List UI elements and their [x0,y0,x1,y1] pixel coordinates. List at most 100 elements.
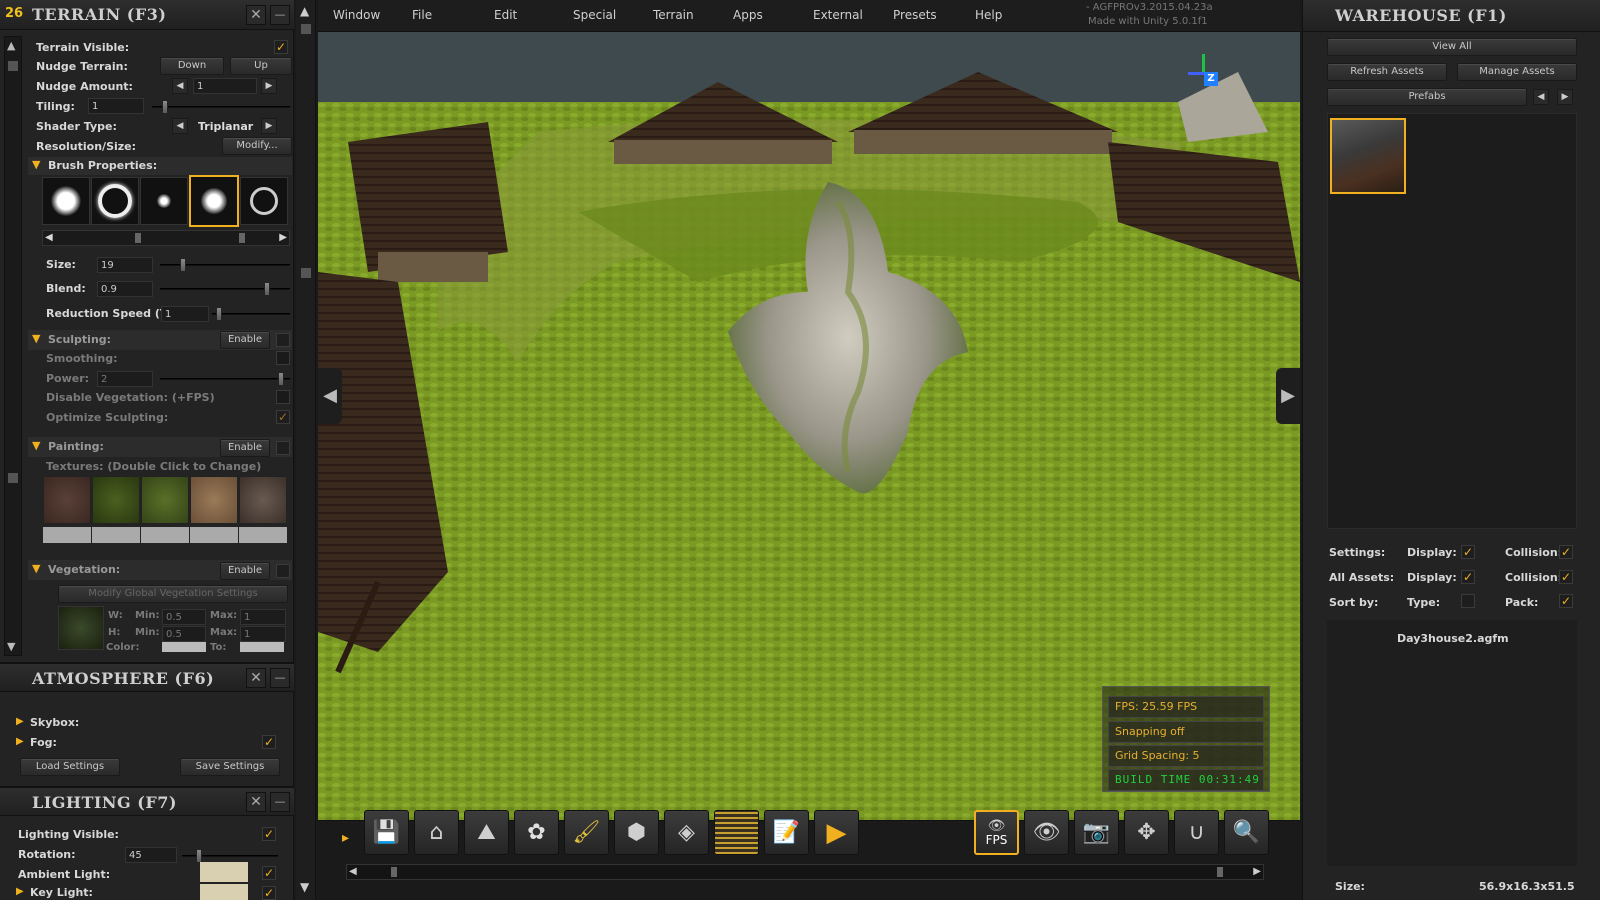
optimize-sculpting-checkbox[interactable]: ✓ [276,410,290,424]
settings-display-checkbox[interactable]: ✓ [1461,545,1475,559]
toolbar-collapse-icon[interactable]: ▸ [342,816,352,861]
shader-next-button[interactable]: ▶ [261,118,277,134]
tiling-slider[interactable] [152,100,290,114]
size-slider[interactable] [160,258,290,272]
brush-next-icon[interactable]: ▶ [279,232,287,243]
sort-type-checkbox[interactable] [1461,594,1475,608]
brush-soft[interactable] [42,177,90,225]
nudge-amount-input[interactable] [193,78,257,94]
prefabs-prev-button[interactable]: ◀ [1533,89,1549,105]
save-icon[interactable]: 💾 [364,810,409,855]
w-min-input[interactable] [162,609,206,625]
brush-small[interactable] [140,177,188,225]
sort-pack-checkbox[interactable]: ✓ [1559,594,1573,608]
viewport-left-arrow-icon[interactable]: ◀ [318,368,342,424]
terrain-minimize-button[interactable]: — [270,5,290,25]
menu-terrain[interactable]: Terrain [653,8,694,22]
painting-checkbox[interactable] [276,441,290,455]
manage-assets-button[interactable]: Manage Assets [1457,63,1577,81]
reduction-slider[interactable] [212,307,290,321]
flower-icon[interactable]: ✿ [514,810,559,855]
prefabs-next-button[interactable]: ▶ [1557,89,1573,105]
texture-grass-1[interactable] [92,476,140,524]
texture-rock[interactable] [239,476,287,524]
fog-checkbox[interactable]: ✓ [262,735,276,749]
size-input[interactable] [97,257,153,273]
brush-ring[interactable] [91,177,139,225]
blend-slider[interactable] [160,282,290,296]
cube-grid-icon[interactable]: ⬢ [614,810,659,855]
vegetation-checkbox[interactable] [276,564,290,578]
all-assets-collision-checkbox[interactable]: ✓ [1559,570,1573,584]
brush-star-selected[interactable] [189,175,239,227]
key-light-expand-icon[interactable]: ▶ [16,886,24,897]
menu-presets[interactable]: Presets [893,8,937,22]
viewport-left-scrollbar[interactable]: ▲ ▼ [296,0,316,900]
vegetation-enable-button[interactable]: Enable [220,562,270,580]
eye-fps-icon[interactable]: 👁 FPS [974,810,1019,855]
atmosphere-minimize-button[interactable]: — [270,668,290,688]
vegetation-thumbnail[interactable] [58,606,104,650]
axis-gizmo[interactable]: Z [1184,52,1224,92]
viewport-right-arrow-icon[interactable]: ▶ [1276,368,1300,424]
scroll-down-icon[interactable]: ▼ [300,880,309,894]
scroll-up-icon[interactable]: ▲ [300,4,309,18]
scroll-up-icon[interactable]: ▲ [7,39,15,52]
reduction-input[interactable] [161,306,209,322]
terrain-close-button[interactable]: ✕ [246,5,266,25]
menu-edit[interactable]: Edit [494,8,517,22]
resolution-modify-button[interactable]: Modify... [222,137,292,155]
scroll-down-icon[interactable]: ▼ [7,640,15,653]
camera-icon[interactable]: 📷 [1074,810,1119,855]
zoom-icon[interactable]: 🔍 [1224,810,1269,855]
key-light-checkbox[interactable]: ✓ [262,886,276,900]
paint-brush-icon[interactable]: 🖌 [564,810,609,855]
terrain-visible-checkbox[interactable]: ✓ [274,40,288,54]
h-max-input[interactable] [240,626,286,642]
ambient-light-checkbox[interactable]: ✓ [262,866,276,880]
rotation-input[interactable] [125,847,177,863]
all-assets-display-checkbox[interactable]: ✓ [1461,570,1475,584]
load-settings-button[interactable]: Load Settings [20,758,120,776]
brush-prev-icon[interactable]: ◀ [45,232,53,243]
painting-enable-button[interactable]: Enable [220,439,270,457]
sculpting-enable-button[interactable]: Enable [220,331,270,349]
brush-scrollbar[interactable]: ◀ ▶ [42,230,290,246]
color-to-swatch[interactable] [240,642,284,652]
scroll-thumb[interactable] [8,61,18,71]
rotation-slider[interactable] [182,849,278,863]
house-icon[interactable]: ⌂ [414,810,459,855]
key-color-swatch[interactable] [200,884,248,900]
menu-special[interactable]: Special [573,8,616,22]
nudge-amount-prev-button[interactable]: ◀ [172,78,188,94]
power-slider[interactable] [160,372,290,386]
save-settings-button[interactable]: Save Settings [180,758,280,776]
refresh-assets-button[interactable]: Refresh Assets [1327,63,1447,81]
nudge-down-button[interactable]: Down [160,57,224,75]
menu-external[interactable]: External [813,8,863,22]
scroll-left-icon[interactable]: ◀ [349,866,357,877]
texture-grass-2[interactable] [141,476,189,524]
smoothing-checkbox[interactable] [276,351,290,365]
h-min-input[interactable] [162,626,206,642]
menu-file[interactable]: File [412,8,432,22]
fog-expand-icon[interactable]: ▶ [16,736,24,747]
lighting-visible-checkbox[interactable]: ✓ [262,827,276,841]
grid-icon[interactable] [714,810,759,855]
nudge-amount-next-button[interactable]: ▶ [261,78,277,94]
view-all-button[interactable]: View All [1327,38,1577,56]
texture-sand[interactable] [190,476,238,524]
nudge-up-button[interactable]: Up [230,57,292,75]
asset-thumbnail-selected[interactable] [1330,118,1406,194]
scroll-thumb-bottom[interactable] [8,473,18,483]
settings-collision-checkbox[interactable]: ✓ [1559,545,1573,559]
ambient-color-swatch[interactable] [200,862,248,882]
move-icon[interactable]: ✥ [1124,810,1169,855]
brush-hollow[interactable] [240,177,288,225]
eye-play-icon[interactable]: 👁 [1024,810,1069,855]
w-max-input[interactable] [240,609,286,625]
shader-prev-button[interactable]: ◀ [172,118,188,134]
modify-vegetation-button[interactable]: Modify Global Vegetation Settings [58,585,288,603]
brush-properties-header[interactable]: ▼ Brush Properties: [28,157,292,175]
tiling-input[interactable] [88,98,144,114]
